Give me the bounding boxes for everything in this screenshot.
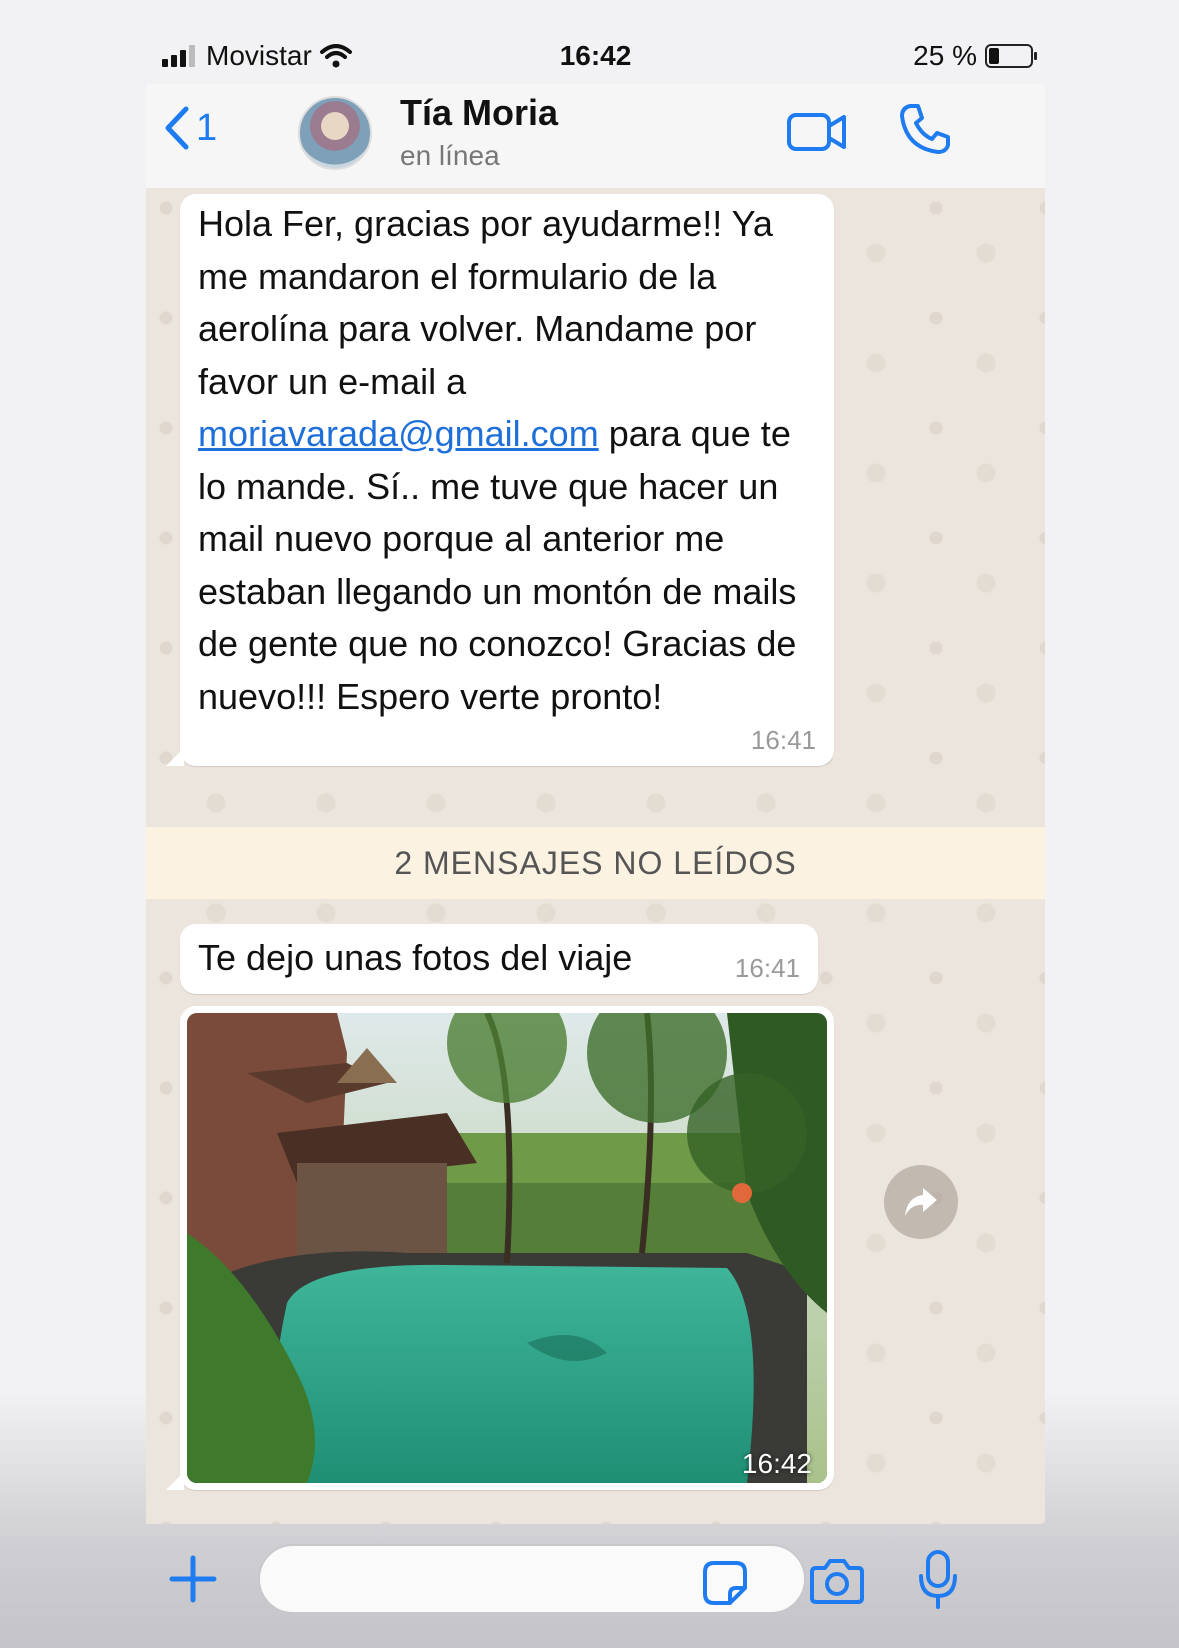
trip-photo[interactable]	[187, 1013, 827, 1483]
contact-status: en línea	[400, 140, 500, 171]
chat-header: 1 Tía Moria en línea	[146, 84, 1045, 189]
avatar[interactable]	[298, 96, 372, 170]
battery-icon	[985, 44, 1037, 68]
back-chevron-icon	[165, 106, 189, 150]
message-text: Te dejo unas fotos del viaje	[198, 937, 633, 978]
battery-percentage: 25 %	[913, 40, 977, 71]
back-count: 1	[196, 106, 218, 149]
contact-name[interactable]: Tía Moria	[400, 92, 558, 134]
message-bubble[interactable]: Hola Fer, gracias por ayudarme!! Ya me m…	[166, 194, 834, 766]
message-input-bar	[146, 1524, 1045, 1648]
pool-photo-illustration	[187, 1013, 827, 1483]
message-text: Hola Fer, gracias por ayudarme!! Ya me m…	[198, 198, 828, 723]
video-call-icon[interactable]	[786, 110, 848, 154]
plus-icon[interactable]	[168, 1554, 218, 1604]
photo-time: 16:42	[741, 1448, 812, 1479]
whatsapp-screen: Movistar 16:42 25 % 1 Tía Moria en línea	[146, 0, 1045, 1648]
forward-button[interactable]	[884, 1165, 958, 1239]
clock: 16:42	[559, 40, 632, 71]
sticker-icon[interactable]	[702, 1560, 748, 1606]
unread-messages-banner: 2 MENSAJES NO LEÍDOS	[146, 827, 1045, 899]
phone-call-icon[interactable]	[898, 102, 952, 156]
message-time: 16:41	[734, 953, 800, 983]
status-bar: Movistar 16:42 25 %	[146, 30, 1045, 84]
camera-icon[interactable]	[810, 1558, 864, 1604]
chat-area[interactable]: Hola Fer, gracias por ayudarme!! Ya me m…	[146, 188, 1045, 1524]
battery-fill	[989, 48, 999, 64]
photo-message[interactable]: 16:42	[166, 1006, 834, 1490]
message-bubble[interactable]: Te dejo unas fotos del viaje 16:41	[180, 924, 818, 994]
message-text-part: para que te lo mande. Sí.. me tuve que h…	[198, 413, 797, 717]
microphone-icon[interactable]	[918, 1550, 958, 1610]
forward-icon	[905, 1188, 937, 1216]
back-button[interactable]: 1	[164, 106, 217, 150]
email-link[interactable]: moriavarada@gmail.com	[198, 413, 599, 454]
message-text-part: Hola Fer, gracias por ayudarme!! Ya me m…	[198, 203, 773, 402]
message-time: 16:41	[750, 725, 816, 755]
